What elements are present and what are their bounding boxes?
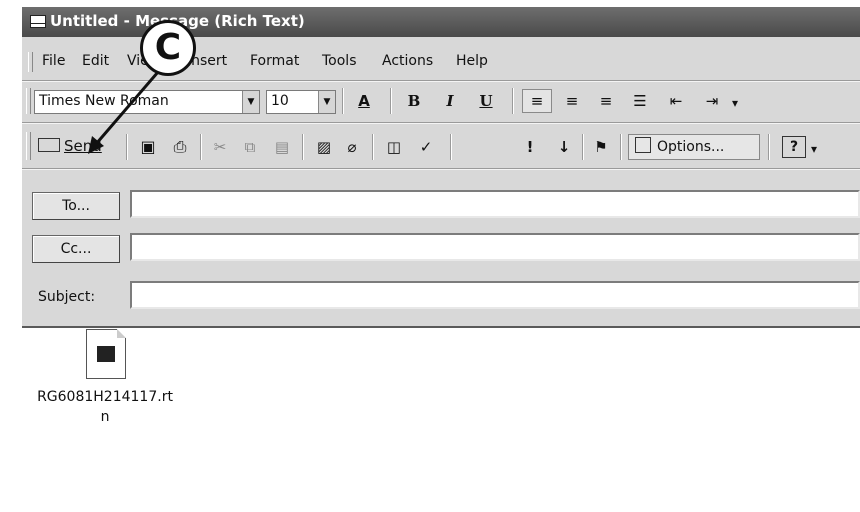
callout-badge: C xyxy=(140,20,196,76)
callout-arrow xyxy=(88,71,160,154)
